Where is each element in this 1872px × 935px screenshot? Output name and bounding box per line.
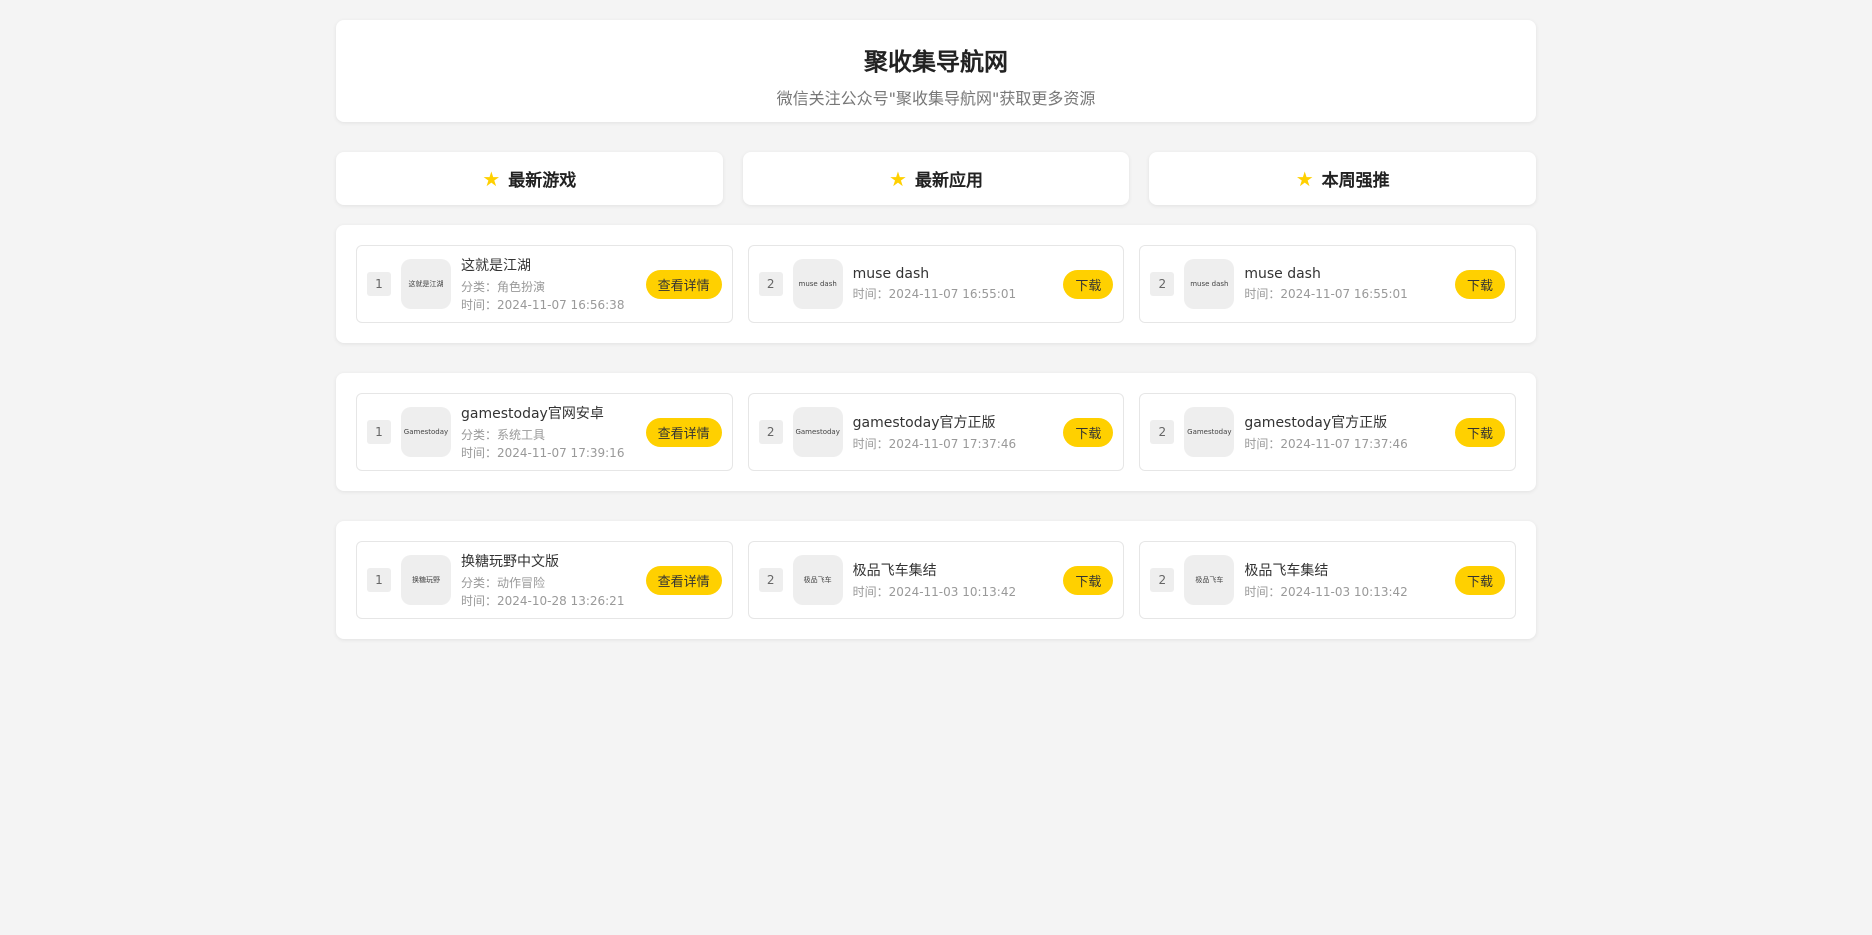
rank-badge: 2 [758, 420, 783, 444]
site-header: 聚收集导航网 微信关注公众号"聚收集导航网"获取更多资源 [336, 20, 1536, 122]
item-name[interactable]: 极品飞车集结 [853, 560, 1064, 580]
item-name[interactable]: muse dash [1244, 266, 1455, 282]
tab-label: 最新应用 [914, 171, 983, 191]
app-thumbnail[interactable]: 极品飞车 [1184, 555, 1235, 605]
app-thumbnail[interactable]: muse dash [1184, 259, 1235, 309]
item-info: gamestoday官方正版 时间：2024-11-07 17:37:46 [853, 412, 1064, 452]
rank-badge: 2 [1150, 420, 1175, 444]
list-item[interactable]: 2 muse dash muse dash 时间：2024-11-07 16:5… [747, 245, 1125, 323]
item-time: 时间：2024-11-03 10:13:42 [852, 585, 1017, 599]
list-item[interactable]: 2 极品飞车 极品飞车集结 时间：2024-11-03 10:13:42 下载 [747, 541, 1125, 619]
item-info: 这就是江湖 分类：角色扮演 时间：2024-11-07 16:56:38 [461, 255, 646, 313]
item-info: 换糖玩野中文版 分类：动作冒险 时间：2024-10-28 13:26:21 [461, 551, 646, 609]
item-time: 时间：2024-10-28 13:26:21 [461, 594, 625, 608]
item-name[interactable]: gamestoday官网安卓 [461, 403, 646, 423]
app-thumbnail[interactable]: Gamestoday [1184, 407, 1235, 457]
list-section-2: 1 Gamestoday gamestoday官网安卓 分类：系统工具 时间：2… [336, 373, 1536, 491]
download-button[interactable]: 下载 [1455, 565, 1506, 595]
item-info: 极品飞车集结 时间：2024-11-03 10:13:42 [1244, 560, 1455, 600]
list-item[interactable]: 1 Gamestoday gamestoday官网安卓 分类：系统工具 时间：2… [356, 393, 733, 471]
item-name[interactable]: gamestoday官方正版 [853, 412, 1064, 432]
item-name[interactable]: muse dash [853, 266, 1064, 282]
item-time: 时间：2024-11-07 17:37:46 [1244, 437, 1408, 451]
page-container: 聚收集导航网 微信关注公众号"聚收集导航网"获取更多资源 ★ 最新游戏 ★ 最新… [336, 20, 1537, 639]
app-thumbnail[interactable]: Gamestoday [792, 407, 843, 457]
list-item[interactable]: 2 Gamestoday gamestoday官方正版 时间：2024-11-0… [1139, 393, 1517, 471]
download-button[interactable]: 下载 [1455, 417, 1506, 447]
rank-badge: 1 [367, 420, 391, 444]
item-info: 极品飞车集结 时间：2024-11-03 10:13:42 [853, 560, 1064, 600]
app-thumbnail[interactable]: muse dash [792, 259, 843, 309]
item-info: muse dash 时间：2024-11-07 16:55:01 [1244, 266, 1455, 302]
view-details-button[interactable]: 查看详情 [645, 269, 722, 299]
app-thumbnail[interactable]: 这就是江湖 [401, 259, 451, 309]
tab-weekly-picks[interactable]: ★ 本周强推 [1149, 152, 1537, 205]
download-button[interactable]: 下载 [1455, 269, 1506, 299]
item-info: gamestoday官网安卓 分类：系统工具 时间：2024-11-07 17:… [461, 403, 646, 461]
item-name[interactable]: 极品飞车集结 [1244, 560, 1455, 580]
download-button[interactable]: 下载 [1063, 417, 1114, 447]
item-time: 时间：2024-11-07 17:37:46 [852, 437, 1017, 451]
rank-badge: 2 [758, 568, 783, 592]
item-category: 分类：动作冒险 [461, 576, 546, 590]
star-icon: ★ [889, 166, 907, 191]
app-thumbnail[interactable]: 换糖玩野 [401, 555, 451, 605]
app-thumbnail[interactable]: 极品飞车 [792, 555, 843, 605]
item-category: 分类：系统工具 [461, 428, 546, 442]
star-icon: ★ [482, 166, 501, 191]
site-title: 聚收集导航网 [864, 48, 1008, 76]
rank-badge: 1 [367, 272, 391, 296]
item-name[interactable]: 这就是江湖 [461, 255, 646, 275]
item-time: 时间：2024-11-07 16:55:01 [852, 287, 1017, 301]
star-icon: ★ [1295, 166, 1314, 191]
item-name[interactable]: gamestoday官方正版 [1244, 412, 1455, 432]
item-category: 分类：角色扮演 [461, 280, 546, 294]
download-button[interactable]: 下载 [1063, 269, 1114, 299]
list-section-1: 1 这就是江湖 这就是江湖 分类：角色扮演 时间：2024-11-07 16:5… [336, 225, 1536, 343]
list-section-3: 1 换糖玩野 换糖玩野中文版 分类：动作冒险 时间：2024-10-28 13:… [336, 521, 1536, 639]
rank-badge: 2 [758, 272, 783, 296]
view-details-button[interactable]: 查看详情 [645, 565, 722, 595]
item-info: muse dash 时间：2024-11-07 16:55:01 [853, 266, 1064, 302]
item-time: 时间：2024-11-07 16:56:38 [461, 298, 625, 312]
item-time: 时间：2024-11-07 16:55:01 [1244, 287, 1408, 301]
rank-badge: 2 [1150, 568, 1175, 592]
download-button[interactable]: 下载 [1063, 565, 1114, 595]
rank-badge: 2 [1150, 272, 1175, 296]
item-time: 时间：2024-11-03 10:13:42 [1244, 585, 1408, 599]
list-item[interactable]: 1 换糖玩野 换糖玩野中文版 分类：动作冒险 时间：2024-10-28 13:… [356, 541, 733, 619]
site-subtitle: 微信关注公众号"聚收集导航网"获取更多资源 [776, 89, 1096, 108]
list-item[interactable]: 2 muse dash muse dash 时间：2024-11-07 16:5… [1139, 245, 1517, 323]
list-item[interactable]: 2 极品飞车 极品飞车集结 时间：2024-11-03 10:13:42 下载 [1139, 541, 1517, 619]
tab-latest-games[interactable]: ★ 最新游戏 [336, 152, 723, 205]
app-thumbnail[interactable]: Gamestoday [401, 407, 451, 457]
list-item[interactable]: 2 Gamestoday gamestoday官方正版 时间：2024-11-0… [747, 393, 1125, 471]
view-details-button[interactable]: 查看详情 [645, 417, 722, 447]
tab-label: 最新游戏 [508, 171, 577, 191]
tab-latest-apps[interactable]: ★ 最新应用 [742, 152, 1130, 205]
tab-label: 本周强推 [1321, 171, 1390, 191]
rank-badge: 1 [367, 568, 391, 592]
category-tabs: ★ 最新游戏 ★ 最新应用 ★ 本周强推 [336, 152, 1537, 205]
item-name[interactable]: 换糖玩野中文版 [461, 551, 646, 571]
item-info: gamestoday官方正版 时间：2024-11-07 17:37:46 [1244, 412, 1455, 452]
list-item[interactable]: 1 这就是江湖 这就是江湖 分类：角色扮演 时间：2024-11-07 16:5… [356, 245, 733, 323]
item-time: 时间：2024-11-07 17:39:16 [461, 446, 625, 460]
